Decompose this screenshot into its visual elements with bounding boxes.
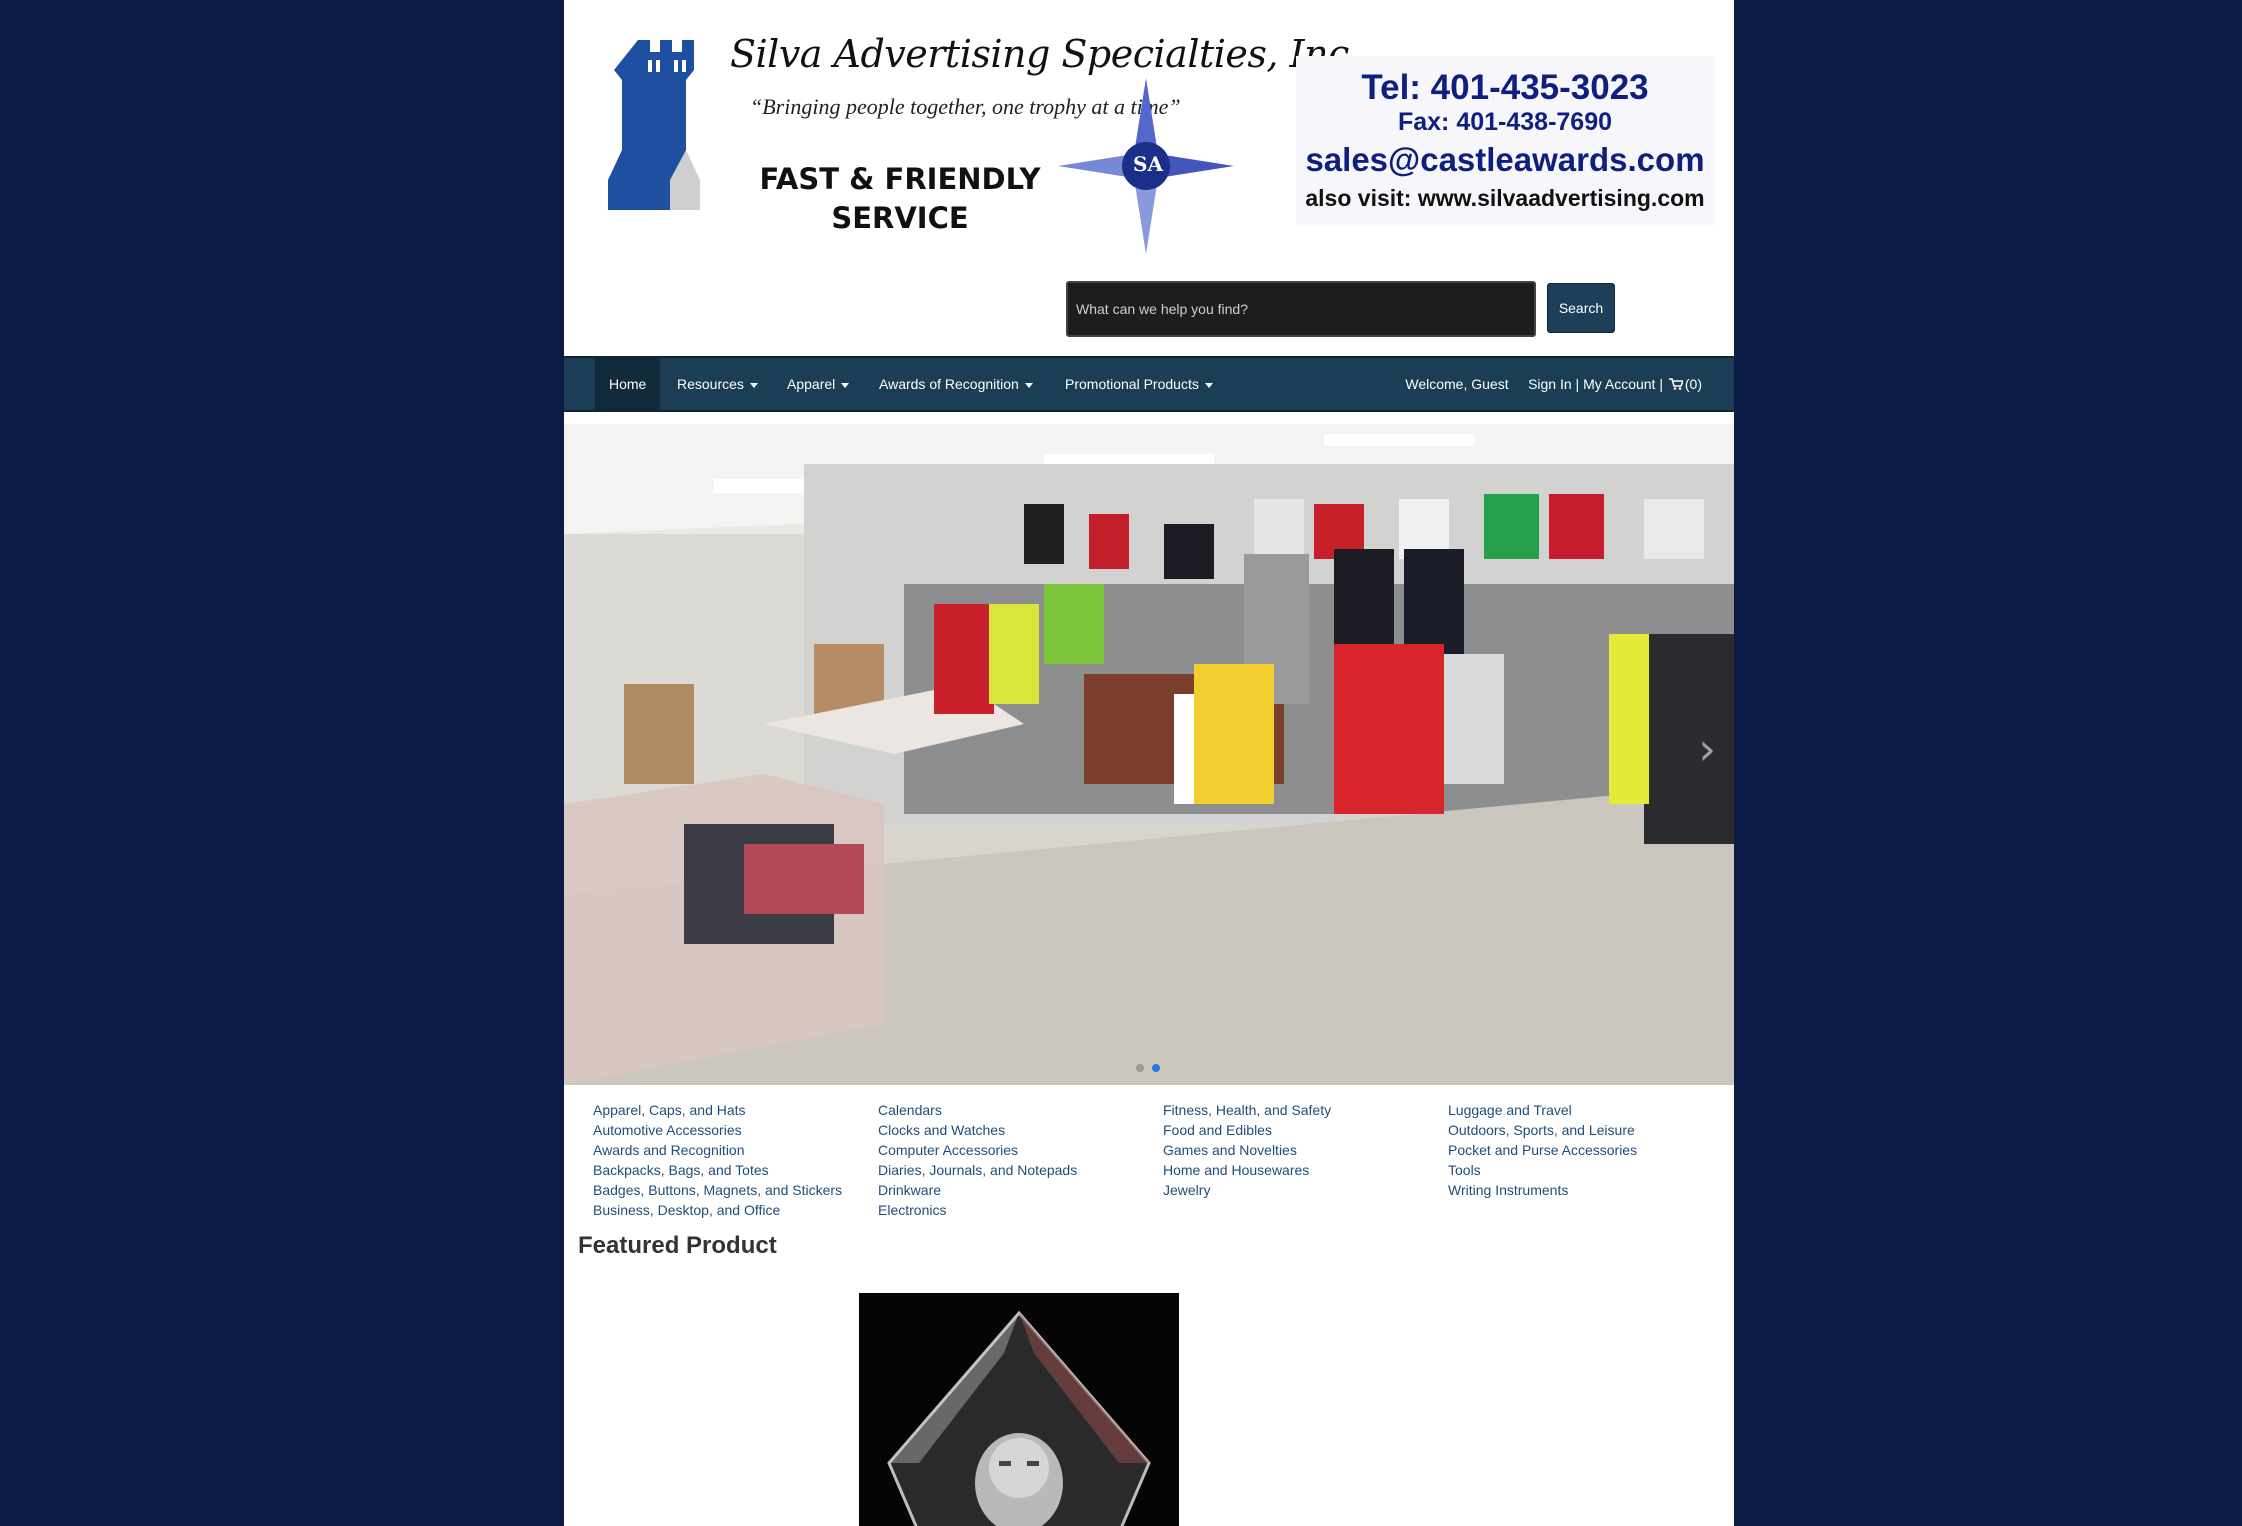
- carousel-next-icon[interactable]: ›: [1698, 724, 1716, 775]
- slogan-line-2: SERVICE: [831, 201, 969, 235]
- company-name: Silva Advertising Specialties, Inc.: [730, 32, 1361, 76]
- category-link[interactable]: Jewelry: [1163, 1180, 1331, 1200]
- category-link[interactable]: Fitness, Health, and Safety: [1163, 1100, 1331, 1120]
- company-banner: Silva Advertising Specialties, Inc. “Bri…: [580, 12, 1361, 262]
- nav-awards[interactable]: Awards of Recognition: [879, 358, 1033, 410]
- crystal-award-icon: [887, 1310, 1151, 1526]
- nav-home[interactable]: Home: [595, 358, 661, 410]
- separator: |: [1659, 376, 1663, 392]
- category-link[interactable]: Home and Housewares: [1163, 1160, 1331, 1180]
- category-link[interactable]: Food and Edibles: [1163, 1120, 1331, 1140]
- my-account-link[interactable]: My Account: [1583, 376, 1655, 392]
- fax-number: Fax: 401-438-7690: [1397, 108, 1613, 136]
- search-input[interactable]: [1066, 281, 1536, 337]
- category-column-3: Fitness, Health, and Safety Food and Edi…: [1163, 1100, 1331, 1200]
- store-interior-photo: [564, 424, 1734, 1085]
- category-link[interactable]: Tools: [1448, 1160, 1637, 1180]
- category-link[interactable]: Automotive Accessories: [593, 1120, 842, 1140]
- category-link[interactable]: Business, Desktop, and Office: [593, 1200, 842, 1220]
- welcome-text: Welcome, Guest: [1405, 376, 1509, 392]
- category-link[interactable]: Games and Novelties: [1163, 1140, 1331, 1160]
- category-link[interactable]: Pocket and Purse Accessories: [1448, 1140, 1637, 1160]
- category-link[interactable]: Calendars: [878, 1100, 1077, 1120]
- cart-link[interactable]: (0): [1667, 376, 1702, 392]
- featured-product-heading: Featured Product: [578, 1232, 777, 1259]
- hero-carousel: ›: [564, 424, 1734, 1085]
- category-link[interactable]: Luggage and Travel: [1448, 1100, 1637, 1120]
- website-note: also visit: www.silvaadvertising.com: [1305, 185, 1705, 211]
- cart-icon: [1668, 378, 1683, 390]
- nav-apparel[interactable]: Apparel: [787, 358, 850, 410]
- carousel-dot-1[interactable]: [1136, 1064, 1144, 1072]
- sign-in-link[interactable]: Sign In: [1528, 376, 1572, 392]
- slogan: FAST & FRIENDLY SERVICE: [750, 160, 1050, 238]
- category-link[interactable]: Drinkware: [878, 1180, 1077, 1200]
- caret-down-icon: [841, 382, 850, 388]
- category-link[interactable]: Writing Instruments: [1448, 1180, 1637, 1200]
- account-links: Welcome, Guest Sign In | My Account | (0…: [1405, 358, 1702, 410]
- caret-down-icon: [1204, 382, 1213, 388]
- email-address: sales@castleawards.com: [1305, 141, 1705, 178]
- nav-resources-label: Resources: [677, 376, 744, 392]
- nav-apparel-label: Apparel: [787, 376, 836, 392]
- category-link[interactable]: Diaries, Journals, and Notepads: [878, 1160, 1077, 1180]
- nav-promotional-label: Promotional Products: [1065, 376, 1199, 392]
- caret-down-icon: [749, 382, 758, 388]
- nav-resources[interactable]: Resources: [677, 358, 758, 410]
- logo-initials: SA: [1133, 152, 1163, 176]
- category-column-1: Apparel, Caps, and Hats Automotive Acces…: [593, 1100, 842, 1220]
- category-link[interactable]: Outdoors, Sports, and Leisure: [1448, 1120, 1637, 1140]
- category-column-2: Calendars Clocks and Watches Computer Ac…: [878, 1100, 1077, 1220]
- nav-home-label: Home: [609, 376, 647, 392]
- category-link[interactable]: Computer Accessories: [878, 1140, 1077, 1160]
- category-column-4: Luggage and Travel Outdoors, Sports, and…: [1448, 1100, 1637, 1200]
- category-link[interactable]: Electronics: [878, 1200, 1077, 1220]
- separator: |: [1575, 376, 1580, 392]
- contact-banner: Tel: 401-435-3023 Fax: 401-438-7690 sale…: [1296, 56, 1714, 226]
- main-navbar: Home Resources Apparel Awards of Recogni…: [564, 356, 1734, 412]
- category-link[interactable]: Awards and Recognition: [593, 1140, 842, 1160]
- nav-awards-label: Awards of Recognition: [879, 376, 1019, 392]
- category-link[interactable]: Clocks and Watches: [878, 1120, 1077, 1140]
- nav-promotional[interactable]: Promotional Products: [1065, 358, 1213, 410]
- cart-count: (0): [1684, 376, 1702, 392]
- slogan-line-1: FAST & FRIENDLY: [759, 162, 1041, 196]
- phone-number: Tel: 401-435-3023: [1361, 68, 1649, 107]
- carousel-dot-2[interactable]: [1152, 1064, 1160, 1072]
- featured-product-image[interactable]: [859, 1293, 1179, 1526]
- category-link[interactable]: Badges, Buttons, Magnets, and Stickers: [593, 1180, 842, 1200]
- search-button[interactable]: Search: [1547, 283, 1615, 333]
- category-link[interactable]: Apparel, Caps, and Hats: [593, 1100, 842, 1120]
- page-container: Silva Advertising Specialties, Inc. “Bri…: [564, 0, 1734, 1526]
- castle-logo-icon: [608, 40, 700, 210]
- caret-down-icon: [1024, 382, 1033, 388]
- category-link[interactable]: Backpacks, Bags, and Totes: [593, 1160, 842, 1180]
